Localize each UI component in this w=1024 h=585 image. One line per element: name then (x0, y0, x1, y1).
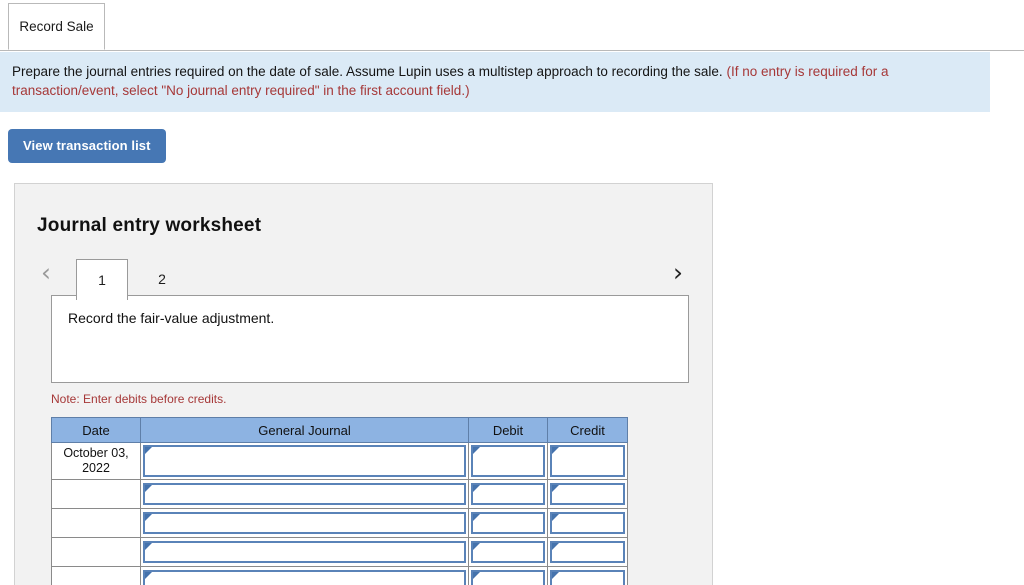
instruction-banner: Prepare the journal entries required on … (0, 51, 990, 112)
chevron-right-icon[interactable]: › (673, 260, 683, 285)
dropdown-marker-icon (145, 572, 152, 579)
tab-record-sale-label: Record Sale (19, 19, 94, 34)
dropdown-marker-icon (473, 514, 480, 521)
dropdown-marker-icon (552, 447, 559, 454)
debit-input[interactable] (471, 483, 545, 505)
dropdown-marker-icon (552, 485, 559, 492)
cell-date (51, 537, 141, 567)
credit-input[interactable] (550, 570, 625, 585)
toolbar: View transaction list (0, 112, 1024, 163)
general-journal-input[interactable] (143, 483, 466, 505)
table-row (51, 508, 628, 538)
debit-input[interactable] (471, 445, 545, 477)
worksheet-tab-2[interactable]: 2 (147, 259, 177, 299)
dropdown-marker-icon (473, 485, 480, 492)
dropdown-marker-icon (552, 514, 559, 521)
dropdown-marker-icon (145, 514, 152, 521)
column-header-debit: Debit (468, 417, 548, 443)
debit-input[interactable] (471, 570, 545, 585)
cell-credit[interactable] (547, 566, 628, 585)
chevron-left-icon[interactable]: ‹ (41, 260, 51, 285)
dropdown-marker-icon (145, 447, 152, 454)
general-journal-input[interactable] (143, 445, 466, 477)
cell-date (51, 508, 141, 538)
credit-input[interactable] (550, 541, 625, 563)
credit-input[interactable] (550, 512, 625, 534)
credit-input[interactable] (550, 445, 625, 477)
cell-date: October 03, 2022 (51, 442, 141, 480)
cell-date (51, 566, 141, 585)
debits-before-credits-note: Note: Enter debits before credits. (51, 392, 227, 406)
dropdown-marker-icon (473, 543, 480, 550)
cell-credit[interactable] (547, 442, 628, 480)
table-row (51, 479, 628, 509)
table-header-row: Date General Journal Debit Credit (51, 417, 628, 443)
general-journal-input[interactable] (143, 512, 466, 534)
dropdown-marker-icon (473, 572, 480, 579)
cell-debit[interactable] (468, 479, 548, 509)
worksheet-tab-1[interactable]: 1 (76, 259, 128, 300)
cell-general-journal[interactable] (140, 508, 469, 538)
tab-strip: Record Sale (0, 0, 1024, 51)
debit-input[interactable] (471, 512, 545, 534)
instruction-text-primary: Prepare the journal entries required on … (12, 64, 723, 79)
debit-input[interactable] (471, 541, 545, 563)
view-transaction-list-button[interactable]: View transaction list (8, 129, 166, 163)
dropdown-marker-icon (473, 447, 480, 454)
dropdown-marker-icon (552, 572, 559, 579)
general-journal-input[interactable] (143, 541, 466, 563)
dropdown-marker-icon (552, 543, 559, 550)
cell-general-journal[interactable] (140, 479, 469, 509)
worksheet-tab-bar: ‹ 1 2 › (37, 255, 690, 300)
cell-debit[interactable] (468, 442, 548, 480)
cell-credit[interactable] (547, 508, 628, 538)
table-row (51, 566, 628, 585)
table-row: October 03, 2022 (51, 442, 628, 480)
cell-general-journal[interactable] (140, 537, 469, 567)
cell-debit[interactable] (468, 508, 548, 538)
table-row (51, 537, 628, 567)
journal-entry-worksheet-panel: Journal entry worksheet ‹ 1 2 › Record t… (14, 183, 713, 585)
cell-general-journal[interactable] (140, 442, 469, 480)
column-header-general-journal: General Journal (140, 417, 469, 443)
cell-general-journal[interactable] (140, 566, 469, 585)
cell-credit[interactable] (547, 537, 628, 567)
worksheet-description-text: Record the fair-value adjustment. (68, 310, 275, 326)
worksheet-tab-1-label: 1 (98, 272, 106, 288)
dropdown-marker-icon (145, 543, 152, 550)
worksheet-tab-2-label: 2 (158, 271, 166, 287)
cell-credit[interactable] (547, 479, 628, 509)
page-title: Journal entry worksheet (37, 215, 262, 236)
cell-date (51, 479, 141, 509)
tab-record-sale[interactable]: Record Sale (8, 3, 105, 50)
worksheet-description-box: Record the fair-value adjustment. (51, 295, 689, 383)
dropdown-marker-icon (145, 485, 152, 492)
general-journal-input[interactable] (143, 570, 466, 585)
cell-debit[interactable] (468, 537, 548, 567)
credit-input[interactable] (550, 483, 625, 505)
cell-debit[interactable] (468, 566, 548, 585)
column-header-date: Date (51, 417, 141, 443)
column-header-credit: Credit (547, 417, 628, 443)
journal-entry-table: Date General Journal Debit Credit Octobe… (51, 417, 628, 585)
